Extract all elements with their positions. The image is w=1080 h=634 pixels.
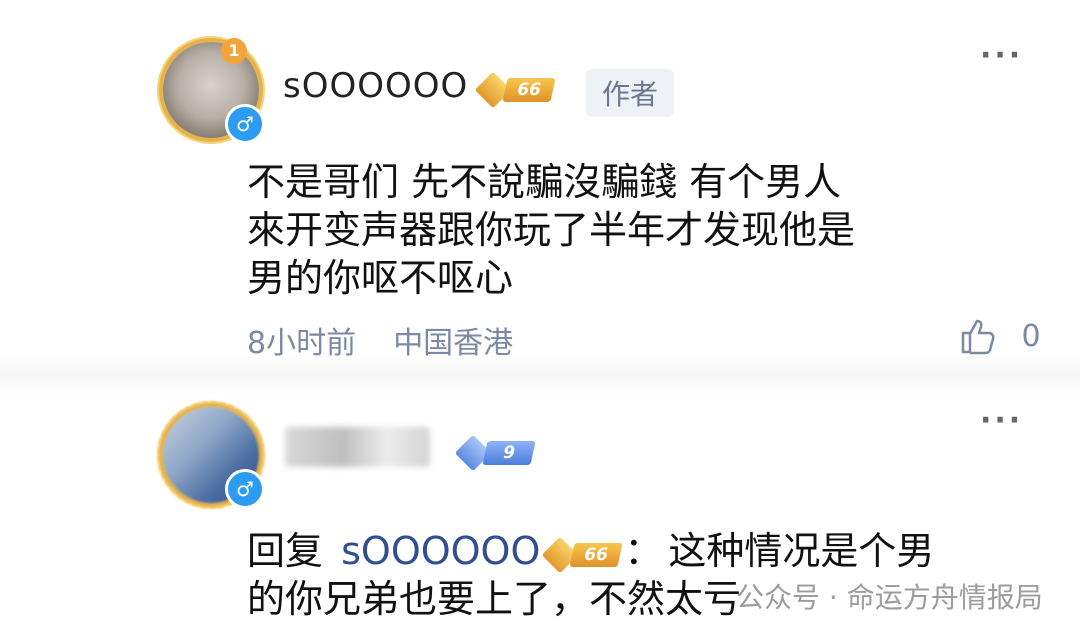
comment-body-line: 不是哥们 先不說騙沒騙錢 有个男人	[247, 160, 842, 204]
comment-body-line: 回复 sOOOOOO 66 ：这种情况是个男	[247, 527, 934, 575]
level-number: 66	[569, 542, 623, 567]
comment-body-text: 这种情况是个男	[668, 529, 935, 573]
level-number: 66	[502, 78, 556, 102]
level-badge: 66	[474, 71, 556, 109]
comment-body-line: 男的你呕不呕心	[247, 256, 514, 300]
reply-username[interactable]: sOOOOOO	[341, 529, 540, 573]
reply-prefix: 回复	[247, 529, 324, 573]
male-symbol-icon: ♂	[225, 469, 265, 509]
more-options-icon[interactable]: ···	[980, 38, 1023, 73]
male-symbol-icon: ♂	[225, 104, 265, 144]
username-blurred[interactable]	[285, 427, 430, 467]
level-number: 9	[482, 441, 536, 465]
like-count: 0	[1021, 318, 1041, 354]
level-badge: 9	[454, 434, 536, 472]
avatar[interactable]: ♂	[157, 401, 265, 509]
avatar-badge: 1	[221, 38, 247, 64]
watermark: 公众号 · 命运方舟情报局	[736, 581, 1043, 614]
author-tag: 作者	[586, 69, 675, 117]
level-badge: 66	[540, 536, 623, 573]
comment-item-1: 1 ♂ sOOOOOO 66 作者 ··· 不是哥们 先不說騙沒騙錢 有个男人 …	[0, 0, 1080, 370]
username[interactable]: sOOOOOO	[283, 66, 468, 106]
divider	[0, 355, 1080, 395]
comment-body: 不是哥们 先不說騙沒騙錢 有个男人 來开变声器跟你玩了半年才发现他是 男的你呕不…	[247, 158, 855, 302]
reply-colon: ：	[624, 529, 663, 573]
like-button[interactable]: 0	[958, 316, 1041, 356]
thumbs-up-icon	[961, 319, 995, 355]
comment-body-line: 來开变声器跟你玩了半年才发现他是	[247, 208, 856, 252]
avatar[interactable]: 1 ♂	[157, 36, 265, 144]
more-options-icon[interactable]: ···	[980, 403, 1023, 438]
